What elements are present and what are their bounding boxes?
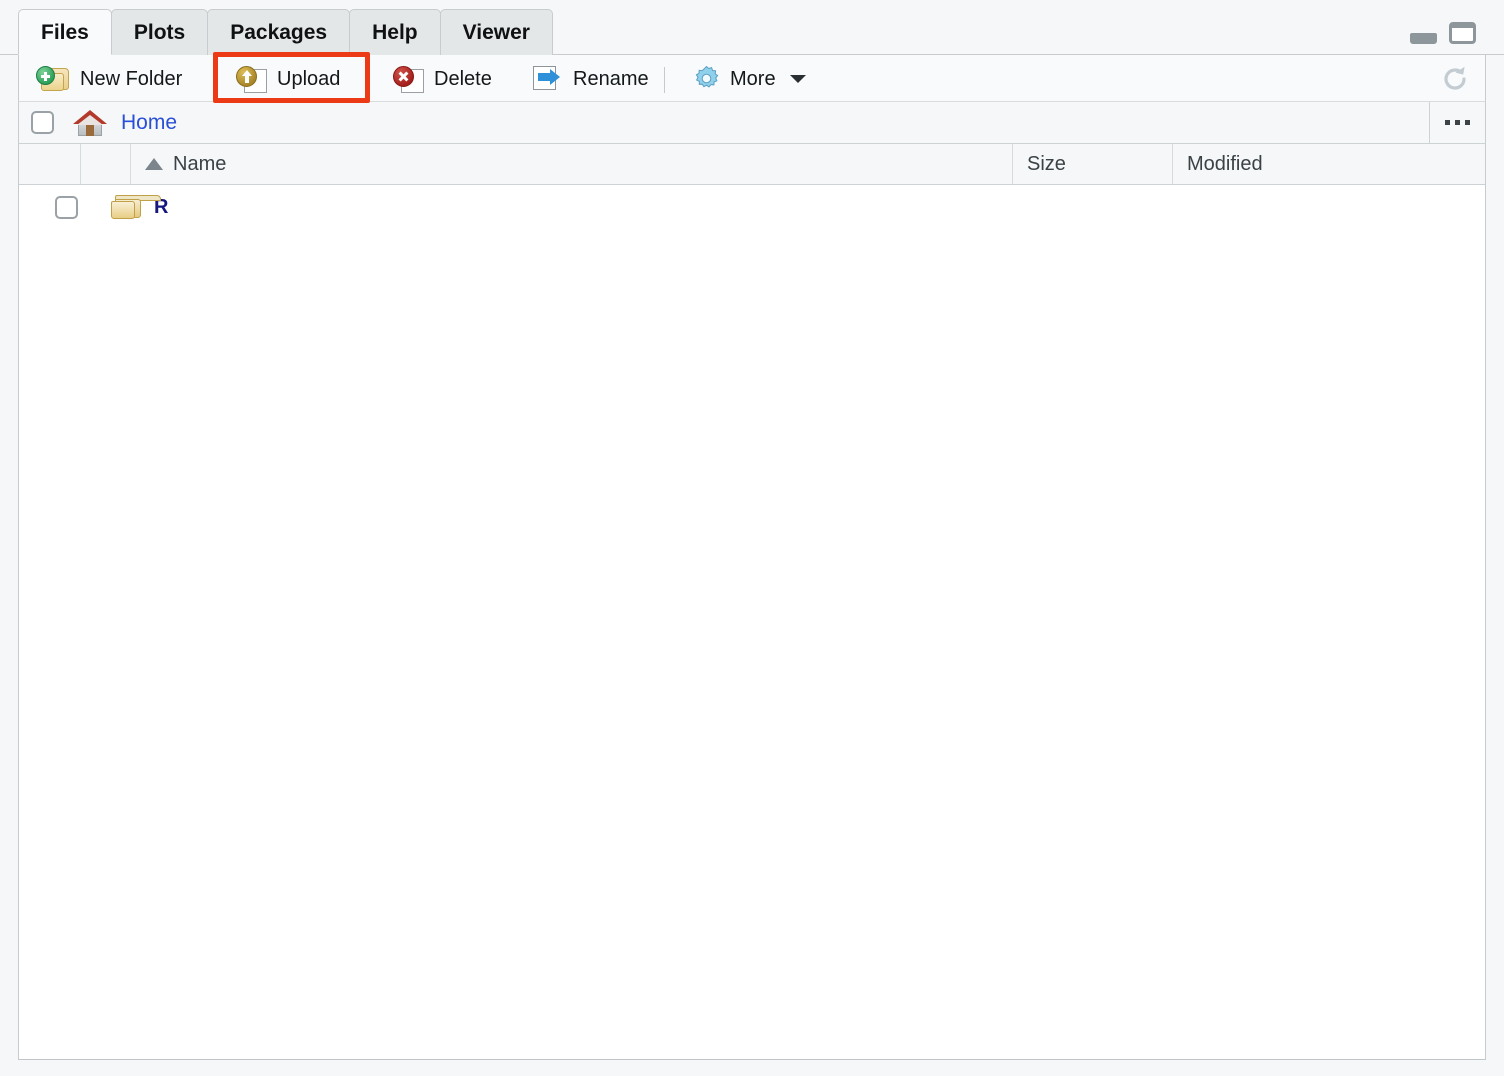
new-folder-label: New Folder — [80, 67, 183, 90]
header-modified-label: Modified — [1187, 152, 1263, 175]
more-label: More — [730, 67, 776, 90]
rename-icon — [533, 65, 563, 92]
new-folder-icon — [36, 65, 70, 92]
folder-icon — [111, 195, 161, 219]
delete-icon — [393, 65, 424, 93]
upload-icon — [236, 65, 267, 93]
chevron-down-icon — [789, 74, 806, 83]
header-size-label: Size — [1027, 152, 1066, 175]
table-row[interactable]: R — [19, 185, 1485, 229]
refresh-button[interactable] — [1435, 59, 1475, 99]
row-checkbox[interactable] — [55, 195, 78, 219]
sort-ascending-icon — [145, 158, 163, 170]
pane-tabbar: Files Plots Packages Help Viewer — [0, 0, 1504, 55]
refresh-icon — [1444, 66, 1466, 90]
breadcrumb-home[interactable]: Home — [121, 111, 177, 135]
header-name[interactable]: Name — [131, 144, 1013, 184]
tab-list: Files Plots Packages Help Viewer — [18, 9, 553, 55]
tab-files[interactable]: Files — [18, 9, 112, 55]
tab-viewer[interactable]: Viewer — [439, 9, 553, 55]
table-header-row: Name Size Modified — [19, 144, 1485, 185]
home-icon — [73, 109, 107, 136]
table-body: R — [19, 185, 1485, 229]
minimize-icon[interactable] — [1410, 33, 1437, 44]
select-all-checkbox[interactable] — [31, 111, 54, 134]
gear-icon — [693, 65, 720, 92]
more-button[interactable]: More — [684, 55, 815, 102]
rename-button[interactable]: Rename — [524, 55, 658, 102]
files-pane: Files Plots Packages Help Viewer New Fol… — [0, 0, 1504, 1076]
upload-label: Upload — [277, 67, 341, 90]
toolbar-separator — [664, 67, 665, 93]
header-name-label: Name — [173, 152, 227, 175]
delete-label: Delete — [434, 67, 492, 90]
header-checkbox-col — [19, 144, 81, 184]
delete-button[interactable]: Delete — [384, 55, 501, 102]
tab-help[interactable]: Help — [349, 9, 441, 55]
tab-plots[interactable]: Plots — [110, 9, 209, 55]
rename-label: Rename — [573, 67, 649, 90]
path-breadcrumb-bar: Home — [18, 101, 1486, 144]
tab-packages[interactable]: Packages — [207, 9, 351, 55]
header-icon-col — [81, 144, 131, 184]
window-controls — [1410, 22, 1476, 44]
files-table: Name Size Modified R — [18, 144, 1486, 1060]
ellipsis-icon[interactable] — [1429, 101, 1485, 144]
new-folder-button[interactable]: New Folder — [27, 55, 191, 102]
maximize-icon[interactable] — [1449, 22, 1476, 44]
header-size[interactable]: Size — [1013, 144, 1173, 184]
files-toolbar: New Folder Upload Delete Rename More — [18, 55, 1486, 102]
header-modified[interactable]: Modified — [1173, 144, 1485, 184]
upload-button[interactable]: Upload — [227, 55, 349, 102]
